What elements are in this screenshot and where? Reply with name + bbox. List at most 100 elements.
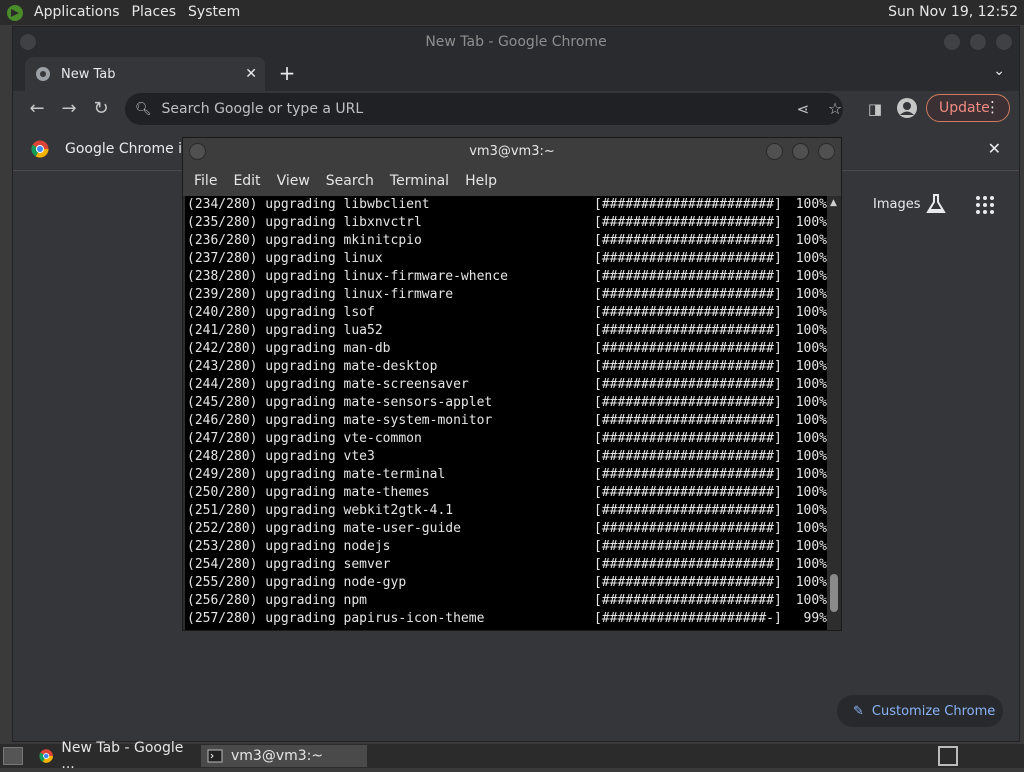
tab-title: New Tab (61, 66, 116, 82)
progress-bar-text: [######################] (594, 449, 782, 464)
menu-applications[interactable]: Applications (28, 0, 126, 25)
progress-percent: 100% (795, 233, 827, 248)
terminal-line: (253/280) upgrading nodejs [#############… (185, 538, 827, 556)
menu-view[interactable]: View (272, 173, 317, 189)
menu-places[interactable]: Places (126, 0, 183, 25)
terminal-line: (251/280) upgrading webkit2gtk-4.1 [#####… (185, 502, 827, 520)
progress-percent: 100% (795, 467, 827, 482)
progress-percent: 100% (795, 521, 827, 536)
close-icon[interactable]: ✕ (988, 139, 1001, 158)
terminal-line: (239/280) upgrading linux-firmware [#####… (185, 286, 827, 304)
images-link[interactable]: Images (873, 197, 921, 212)
terminal-line-text: (249/280) upgrading mate-terminal (187, 467, 446, 482)
progress-percent: 100% (795, 197, 827, 212)
share-icon[interactable]: ⋖ (791, 97, 815, 121)
reload-icon[interactable]: ↻ (89, 97, 113, 121)
omnibox[interactable]: 🔍︎ Search Google or type a URL (125, 93, 843, 125)
terminal-line-text: (238/280) upgrading linux-firmware-whenc… (187, 269, 508, 284)
tab-strip: New Tab ✕ + ⌄ (13, 57, 1019, 91)
close-window-button[interactable] (818, 143, 835, 160)
terminal-line-text: (245/280) upgrading mate-sensors-applet (187, 395, 493, 410)
close-window-button[interactable] (995, 33, 1013, 51)
clock[interactable]: Sun Nov 19, 12:52 (888, 0, 1018, 25)
back-icon[interactable]: ← (25, 97, 49, 121)
terminal-output[interactable]: (234/280) upgrading libwbclient [########… (185, 196, 827, 630)
window-menu-button[interactable] (19, 33, 37, 51)
menu-terminal[interactable]: Terminal (385, 173, 456, 189)
scrollbar-thumb[interactable] (830, 574, 838, 612)
progress-percent: 100% (795, 593, 827, 608)
progress-bar-text: [######################] (594, 413, 782, 428)
mate-logo-icon[interactable] (4, 2, 26, 24)
terminal-line-text: (237/280) upgrading linux (187, 251, 383, 266)
chrome-favicon-icon (36, 67, 50, 81)
progress-bar-text: [######################] (594, 233, 782, 248)
terminal-line-text: (248/280) upgrading vte3 (187, 449, 375, 464)
terminal-line-text: (241/280) upgrading lua52 (187, 323, 383, 338)
progress-percent: 100% (795, 341, 827, 356)
progress-percent: 100% (795, 575, 827, 590)
terminal-line-text: (255/280) upgrading node-gyp (187, 575, 407, 590)
progress-bar-text: [######################] (594, 215, 782, 230)
menu-search[interactable]: Search (321, 173, 381, 189)
terminal-line: (255/280) upgrading node-gyp [###########… (185, 574, 827, 592)
progress-bar-text: [######################] (594, 467, 782, 482)
new-tab-button[interactable]: + (275, 61, 299, 85)
progress-percent: 100% (795, 395, 827, 410)
side-panel-icon[interactable]: ◨ (863, 97, 887, 121)
progress-percent: 100% (795, 539, 827, 554)
labs-flask-icon[interactable] (925, 193, 947, 215)
terminal-menubar: File Edit View Search Terminal Help (183, 166, 841, 196)
window-menu-button[interactable] (189, 143, 206, 160)
progress-percent: 100% (795, 503, 827, 518)
terminal-line-text: (256/280) upgrading npm (187, 593, 368, 608)
terminal-scrollbar[interactable]: ▲ (827, 196, 841, 630)
terminal-titlebar[interactable]: vm3@vm3:~ (183, 138, 841, 166)
bookmark-star-icon[interactable]: ☆ (823, 97, 847, 121)
update-button[interactable]: Update ⋮ (926, 94, 1010, 122)
progress-bar-text: [######################] (594, 557, 782, 572)
progress-bar-text: [######################] (594, 287, 782, 302)
chevron-down-icon[interactable]: ⌄ (993, 63, 1005, 79)
progress-bar-text: [######################] (594, 323, 782, 338)
terminal-line: (243/280) upgrading mate-desktop [#######… (185, 358, 827, 376)
terminal-line: (241/280) upgrading lua52 [##############… (185, 322, 827, 340)
chrome-titlebar[interactable]: New Tab - Google Chrome (13, 27, 1019, 57)
terminal-line-text: (251/280) upgrading webkit2gtk-4.1 (187, 503, 454, 518)
customize-chrome-button[interactable]: ✎ Customize Chrome (837, 695, 1003, 727)
progress-percent: 100% (795, 431, 827, 446)
forward-icon[interactable]: → (57, 97, 81, 121)
taskbar-item-chrome[interactable]: New Tab - Google ... (33, 740, 193, 772)
progress-bar-text: [######################] (594, 197, 782, 212)
terminal-line: (249/280) upgrading mate-terminal [######… (185, 466, 827, 484)
show-desktop-button[interactable] (3, 747, 23, 765)
terminal-line: (235/280) upgrading libxnvctrl [#########… (185, 214, 827, 232)
maximize-button[interactable] (969, 33, 987, 51)
menu-edit[interactable]: Edit (228, 173, 267, 189)
chrome-logo-icon (31, 140, 49, 157)
maximize-button[interactable] (792, 143, 809, 160)
minimize-button[interactable] (943, 33, 961, 51)
terminal-line-text: (254/280) upgrading semver (187, 557, 391, 572)
minimize-button[interactable] (766, 143, 783, 160)
terminal-line: (250/280) upgrading mate-themes [########… (185, 484, 827, 502)
menu-system[interactable]: System (182, 0, 246, 25)
more-vert-icon[interactable]: ⋮ (985, 98, 1000, 116)
close-icon[interactable]: ✕ (245, 66, 257, 82)
progress-percent: 100% (795, 359, 827, 374)
scroll-up-arrow-icon[interactable]: ▲ (830, 198, 837, 208)
menu-file[interactable]: File (189, 173, 224, 189)
profile-avatar-icon[interactable] (895, 97, 919, 121)
workspace-switcher[interactable] (938, 746, 958, 766)
terminal-line: (248/280) upgrading vte3 [###############… (185, 448, 827, 466)
progress-percent: 100% (795, 449, 827, 464)
apps-grid-icon[interactable] (975, 195, 995, 215)
terminal-line: (247/280) upgrading vte-common [#########… (185, 430, 827, 448)
terminal-icon (207, 749, 223, 763)
bottom-taskbar: New Tab - Google ... vm3@vm3:~ (0, 740, 1024, 772)
tab-new-tab[interactable]: New Tab ✕ (25, 57, 265, 91)
taskbar-item-terminal[interactable]: vm3@vm3:~ (201, 745, 367, 767)
menu-help[interactable]: Help (460, 173, 504, 189)
omnibox-placeholder: Search Google or type a URL (161, 101, 364, 117)
terminal-line: (246/280) upgrading mate-system-monitor [… (185, 412, 827, 430)
